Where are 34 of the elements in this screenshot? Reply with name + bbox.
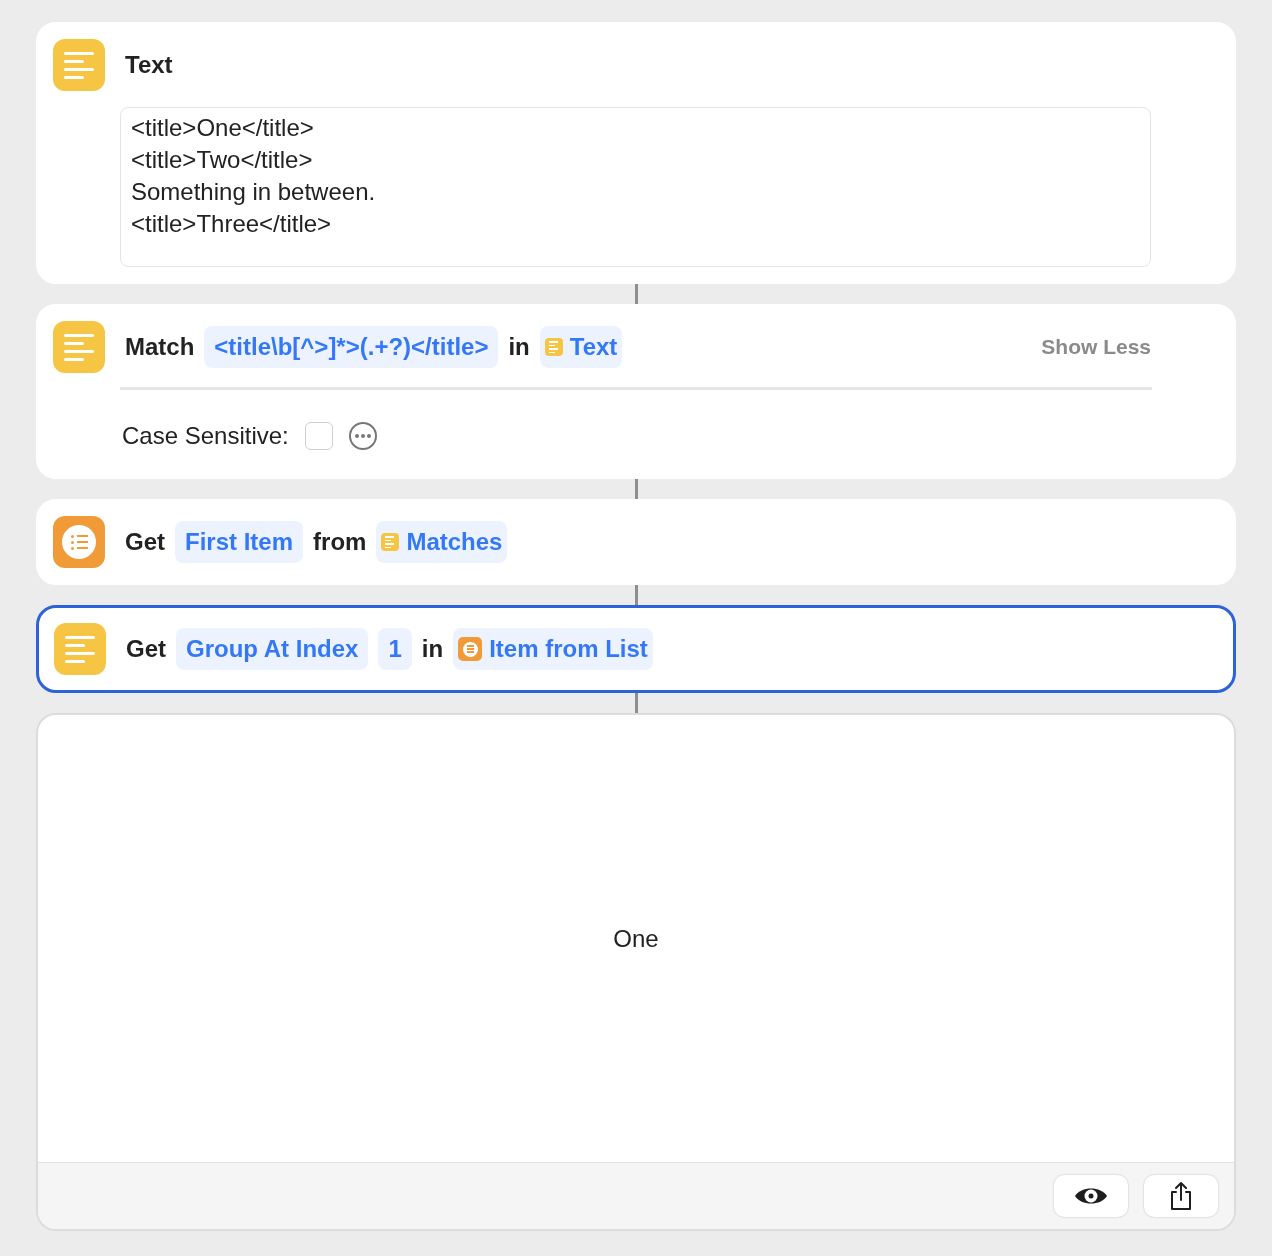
checkbox[interactable] [304, 422, 333, 450]
parameter-token[interactable]: <title\b[^>]*>(.+?)</title> [204, 326, 499, 368]
show-less-button[interactable]: Show Less [1041, 331, 1151, 363]
text-lines-icon [544, 338, 563, 356]
action-label: Get [125, 527, 165, 557]
parameter-token[interactable]: 1 [378, 628, 412, 670]
text-lines-icon [381, 533, 400, 551]
text-lines-icon [53, 321, 105, 373]
action-label: Match [125, 332, 195, 362]
action-label: from [313, 527, 367, 557]
more-options-icon[interactable] [348, 422, 377, 450]
list-icon [53, 516, 105, 568]
action-label: Text [125, 50, 173, 80]
parameter-token[interactable]: First Item [175, 521, 304, 563]
text-lines-icon [54, 623, 106, 675]
parameter-token[interactable]: Group At Index [176, 628, 369, 670]
variable-token[interactable]: Item from List [453, 628, 653, 670]
action-card[interactable]: Text <title>One</title> <title>Two</title> Something in between. <title>Three</title> [36, 22, 1236, 284]
option-label: Case Sensitive: [122, 421, 289, 451]
variable-token[interactable]: Text [539, 326, 623, 368]
action-card[interactable]: Get Group At Index 1 in Item from List [36, 605, 1236, 693]
action-card[interactable]: Match <title\b[^>]*>(.+?)</title> in Text Show Less Case Sensitive: [36, 304, 1236, 479]
variable-token[interactable]: Matches [376, 521, 508, 563]
result-text: One [613, 923, 659, 954]
action-label: in [421, 634, 444, 664]
text-lines-icon [53, 39, 105, 91]
action-label: Get [126, 634, 166, 664]
action-label: in [508, 332, 530, 362]
preview-button[interactable] [1054, 1175, 1128, 1217]
text-field[interactable]: <title>One</title> <title>Two</title> Something in between. <title>Three</title> [120, 107, 1151, 267]
action-card[interactable]: Get First Item from Matches [36, 499, 1236, 585]
share-button[interactable] [1144, 1175, 1218, 1217]
list-icon [458, 637, 483, 661]
share-icon [1169, 1181, 1193, 1211]
